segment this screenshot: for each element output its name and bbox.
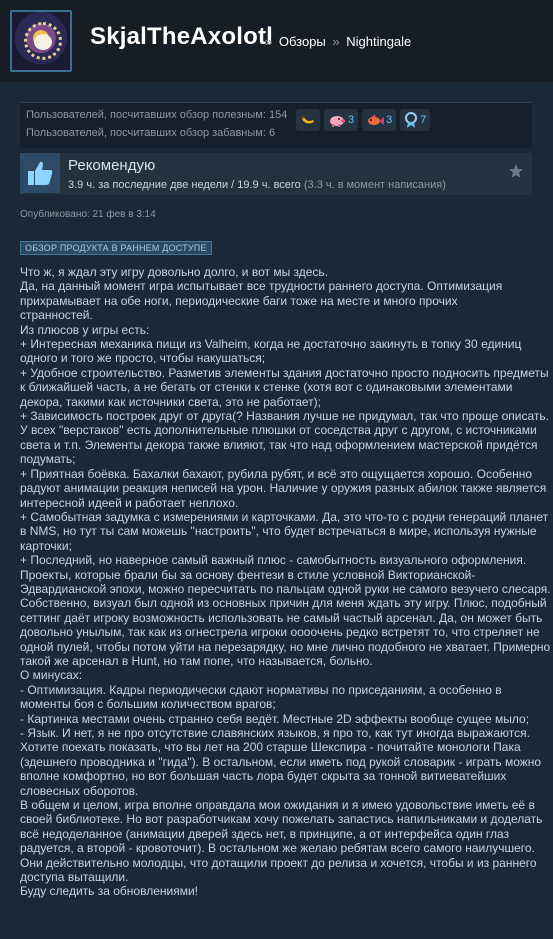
thumbs-up-icon — [20, 153, 60, 193]
funny-votes-text: Пользователей, посчитавших обзор забавны… — [26, 127, 276, 139]
pig-award-icon — [330, 116, 346, 127]
review-line: в NMS, но тут ты сам можешь "настроить",… — [20, 524, 537, 539]
breadcrumb-separator: » — [332, 34, 340, 49]
review-line: такой же арсенал в Hunt, но там попе, чт… — [20, 653, 373, 668]
review-line: + Интересная механика пищи из Valheim, к… — [20, 337, 522, 352]
recommendation-title: Рекомендую — [68, 157, 156, 174]
breadcrumb: » Обзоры » Nightingale — [262, 34, 411, 49]
helpful-votes-text: Пользователей, посчитавших обзор полезны… — [26, 109, 288, 121]
review-line: + Последний, но наверное самый важный пл… — [20, 553, 527, 568]
review-line: О минусах: — [20, 668, 83, 683]
review-line: всё недоделанное (анимации дверей здесь … — [20, 826, 510, 841]
award-fish[interactable]: 3 — [362, 109, 397, 131]
award-pig[interactable]: 3 — [324, 109, 359, 131]
award-list: 3 3 7 — [296, 109, 431, 131]
review-line: Хотите поехать показать, что вы лет на 2… — [20, 740, 521, 755]
medal-award-icon — [405, 112, 418, 128]
award-pig-count: 3 — [348, 114, 355, 126]
review-line: - Картинка местами очень странно себя ве… — [20, 711, 530, 726]
review-line: интересной идеей и работает неплохо. — [20, 495, 239, 510]
review-vote-summary: Пользователей, посчитавших обзор полезны… — [20, 102, 532, 148]
banana-award-icon — [301, 116, 314, 124]
review-line: радуется, а второй - кровоточит). В оста… — [20, 841, 535, 856]
review-line: Из плюсов у игры есть: — [20, 322, 150, 337]
review-line: вполне комфортно, но вот большая часть л… — [20, 769, 507, 784]
review-line: У всех "верстаков" есть дополнительные п… — [20, 423, 537, 438]
review-line: - Оптимизация. Кадры периодически сдают … — [20, 682, 502, 697]
breadcrumb-reviews-link[interactable]: Обзоры — [279, 34, 326, 49]
playtime-at-writing: (3.3 ч. в момент написания) — [303, 179, 446, 191]
award-medal[interactable]: 7 — [400, 109, 431, 131]
review-line: декора, такими как источники света, это … — [20, 394, 321, 409]
review-line: - Язык. И нет, я не про отсутствие славя… — [20, 726, 530, 740]
review-line: (здешнего проводника и "гида"). В осталь… — [20, 754, 542, 769]
review-line: Проекты, которые брали бы за основу фент… — [20, 567, 476, 582]
review-line: странностей. — [20, 308, 93, 323]
award-banana[interactable] — [296, 109, 320, 131]
award-star-icon[interactable] — [508, 163, 524, 184]
review-line: Что ж, я ждал эту игру довольно долго, и… — [20, 265, 329, 279]
early-access-badge: ОБЗОР ПРОДУКТА В РАННЕМ ДОСТУПЕ — [20, 241, 212, 255]
review-line: сеттинг даёт игроку возможность использо… — [20, 610, 543, 625]
review-line: Буду следить за обновлениями! — [20, 884, 198, 899]
profile-header: SkjalTheAxolotl » Обзоры » Nightingale — [0, 0, 553, 82]
review-line: Да, на данный момент игра испытывает все… — [20, 279, 503, 294]
review-line: карточки; — [20, 538, 72, 553]
review-line: + Приятная боёвка. Бахалки бахают, рубил… — [20, 466, 533, 481]
breadcrumb-separator: » — [265, 34, 273, 49]
review-line: В общем и целом, игра вполне оправдала м… — [20, 798, 535, 813]
review-line: Они действительно молодцы, что дотащили … — [20, 855, 537, 870]
review-line: + Зависимость построек друг от друга(? Н… — [20, 409, 549, 424]
breadcrumb-game-link[interactable]: Nightingale — [346, 34, 411, 49]
review-line: одного и того же просто, чтобы накушатьс… — [20, 351, 266, 366]
review-line: одной пулей, чтобы потом уйти на перезар… — [20, 639, 551, 654]
review-line: моменты боя с большим количеством врагов… — [20, 697, 276, 712]
review-line: + Удобное строительство. Разметив элемен… — [20, 365, 549, 380]
avatar[interactable] — [10, 10, 72, 72]
review-line: света и т.п. Элементы декора также влияю… — [20, 437, 538, 452]
review-text: Что ж, я ждал эту игру довольно долго, и… — [20, 265, 551, 899]
review-line: своей библиотеке. Но вот разработчикам х… — [20, 812, 543, 827]
playtime-text: 3.9 ч. за последние две недели / 19.9 ч.… — [68, 179, 446, 191]
review-line: доступа вытащили. — [20, 870, 129, 885]
review-line: словесных оборотов. — [20, 783, 139, 798]
review-line: радуют анимации реакция неписей на урон.… — [20, 481, 547, 496]
profile-username[interactable]: SkjalTheAxolotl — [90, 23, 273, 51]
award-medal-count: 7 — [420, 114, 427, 126]
review-line: к ближайшей часть, а не бегать от стенки… — [20, 380, 513, 395]
posted-date: Опубликовано: 21 фев в 3:14 — [20, 209, 156, 220]
recommendation-bar: Рекомендую 3.9 ч. за последние две недел… — [20, 153, 532, 195]
award-fish-count: 3 — [386, 114, 393, 126]
review-line: Эдвардианской эпохи, можно пересчитать п… — [20, 581, 551, 596]
review-line: довольно унылым, так как из огнестрела и… — [20, 625, 540, 640]
review-line: подумать; — [20, 452, 76, 467]
playtime-hours: 3.9 ч. за последние две недели / 19.9 ч.… — [68, 179, 301, 191]
avatar-face-decoration — [34, 34, 52, 50]
review-line: прихрамывает на обе ноги, периодические … — [20, 293, 458, 308]
review-line: Собственно, визуал был одной из основных… — [20, 596, 547, 611]
fish-award-icon — [368, 114, 385, 125]
review-line: + Самобытная задумка с измерениями и кар… — [20, 509, 549, 524]
